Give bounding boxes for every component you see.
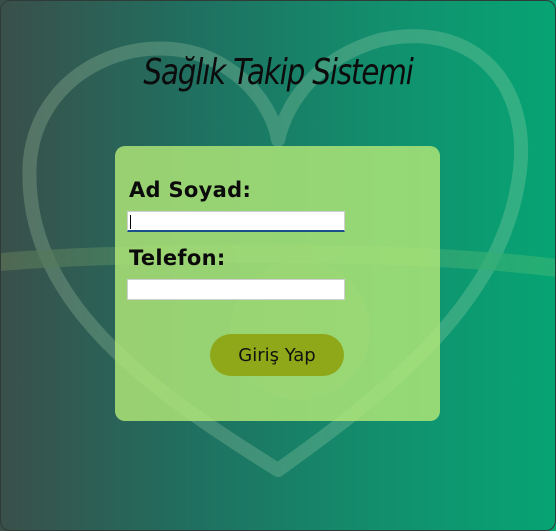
text-cursor [130, 215, 131, 229]
login-button[interactable]: Giriş Yap [210, 334, 344, 376]
phone-input[interactable] [127, 279, 345, 300]
phone-label: Telefon: [129, 246, 226, 270]
name-input[interactable] [127, 211, 345, 232]
name-label: Ad Soyad: [129, 178, 252, 202]
login-card: Ad Soyad: Telefon: Giriş Yap [115, 146, 440, 421]
page-title: Sağlık Takip Sistemi [143, 52, 414, 93]
